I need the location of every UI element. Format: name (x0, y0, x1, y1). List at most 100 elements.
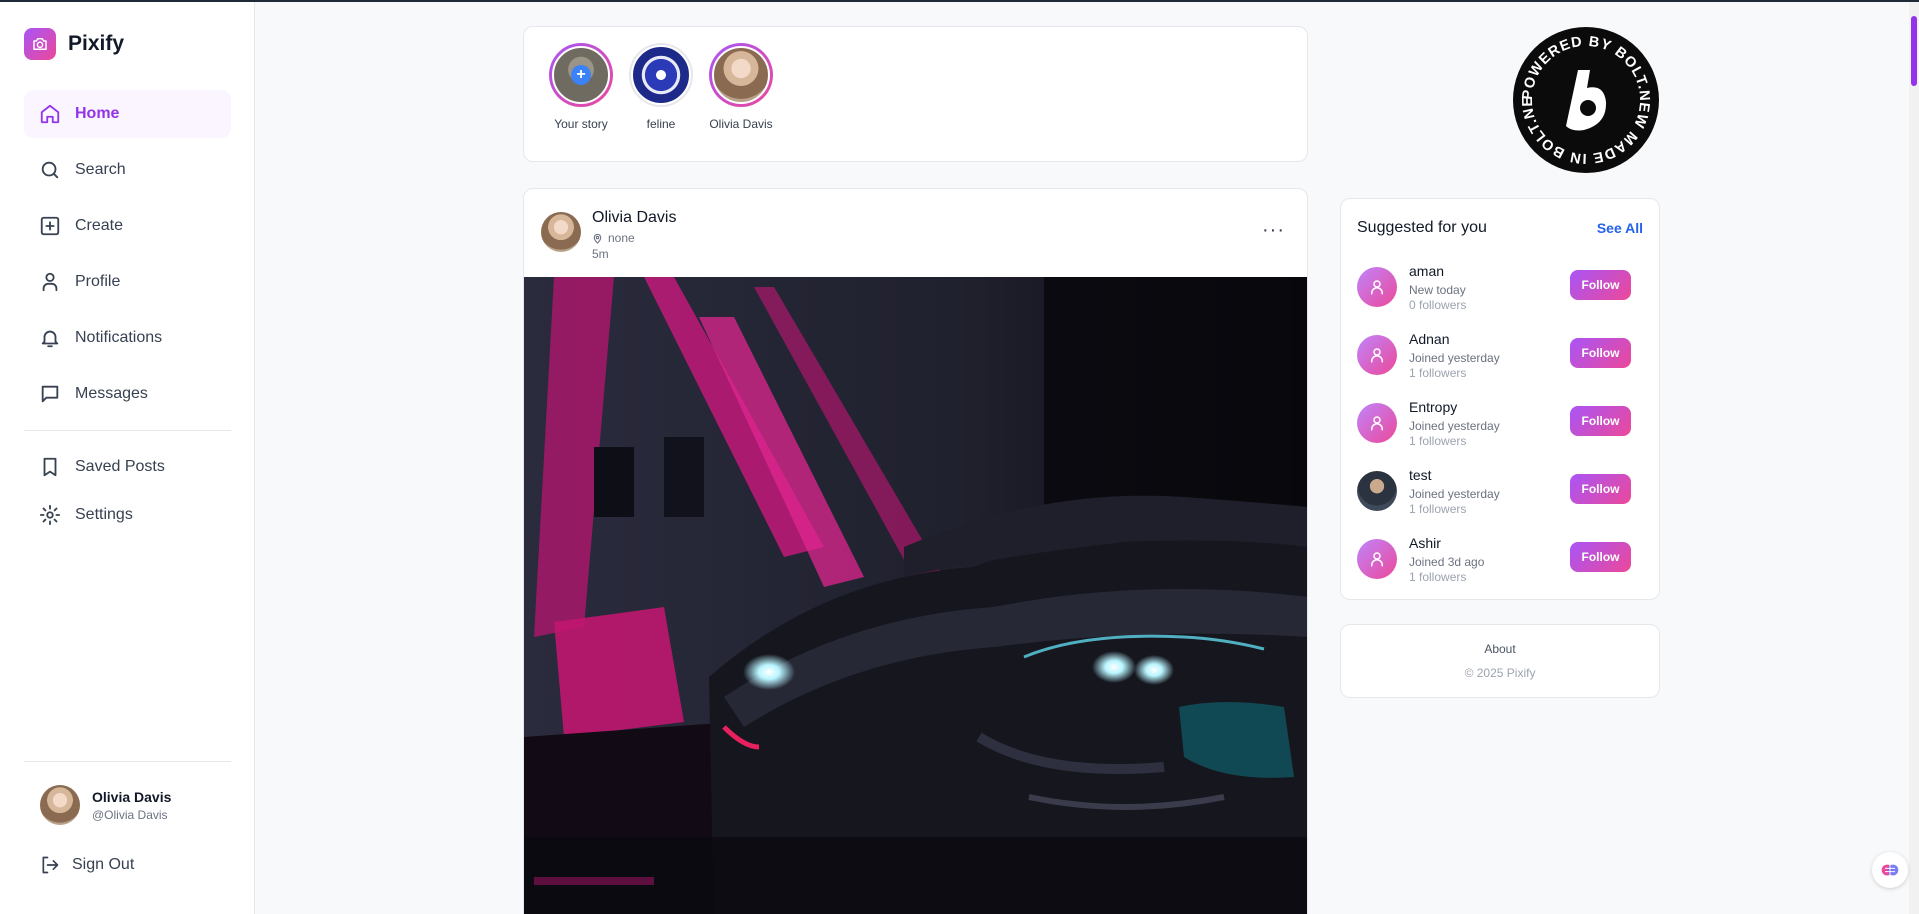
nav-item-label: Profile (75, 273, 121, 290)
suggestion-followers: 0 followers (1409, 298, 1467, 312)
user-placeholder-icon[interactable] (1357, 335, 1397, 375)
story-olivia-davis[interactable]: Olivia Davis (701, 43, 781, 131)
suggestion-joined: Joined yesterday (1409, 351, 1500, 365)
nav-item-messages[interactable]: Messages (24, 370, 231, 418)
nav-item-profile[interactable]: Profile (24, 258, 231, 306)
suggestion-row: aman New today 0 followers Follow (1357, 263, 1645, 319)
post-author-avatar[interactable] (541, 212, 581, 252)
story-label: Your story (554, 117, 608, 131)
feed-post: Olivia Davis none 5m ··· (523, 188, 1308, 914)
stories-bar: + Your story feline Olivia Davis (523, 26, 1308, 162)
suggestion-followers: 1 followers (1409, 570, 1467, 584)
suggestions-title: Suggested for you (1357, 219, 1487, 236)
user-divider (24, 761, 231, 762)
suggestion-joined: Joined yesterday (1409, 487, 1500, 501)
story-your-story[interactable]: + Your story (541, 43, 621, 131)
home-icon (40, 104, 60, 124)
post-image[interactable] (524, 277, 1307, 914)
suggestion-joined: New today (1409, 283, 1466, 297)
post-author-name[interactable]: Olivia Davis (592, 209, 676, 227)
suggestion-name[interactable]: Entropy (1409, 399, 1457, 415)
nav-item-label: Notifications (75, 329, 163, 346)
copyright-text: © 2025 Pixify (1464, 666, 1536, 680)
story-ring (629, 43, 693, 107)
nav-item-home[interactable]: Home (24, 90, 231, 138)
nav-item-saved-posts[interactable]: Saved Posts (24, 447, 231, 487)
user-icon (42, 272, 58, 292)
bell-icon (41, 330, 59, 348)
nav-item-search[interactable]: Search (24, 146, 231, 194)
suggestion-row: Adnan Joined yesterday 1 followers Follo… (1357, 331, 1645, 387)
map-pin-icon (593, 233, 602, 244)
story-ring: + (549, 43, 613, 107)
footer-panel: About © 2025 Pixify (1340, 624, 1660, 698)
message-icon (41, 385, 59, 403)
story-feline[interactable]: feline (621, 43, 701, 131)
bookmark-icon (43, 457, 57, 477)
suggestion-name[interactable]: Ashir (1409, 535, 1441, 551)
nav-item-label: Settings (75, 506, 133, 523)
nav-divider (24, 430, 231, 431)
follow-button[interactable]: Follow (1570, 542, 1631, 572)
suggestion-name[interactable]: Adnan (1409, 331, 1449, 347)
suggestion-followers: 1 followers (1409, 502, 1467, 516)
story-ring (709, 43, 773, 107)
user-placeholder-icon[interactable] (1357, 403, 1397, 443)
current-user-handle: @Olivia Davis (92, 807, 168, 822)
suggestion-name[interactable]: aman (1409, 263, 1444, 279)
post-image-art (524, 277, 1307, 914)
suggestion-followers: 1 followers (1409, 366, 1467, 380)
suggestion-row: test Joined yesterday 1 followers Follow (1357, 467, 1645, 523)
post-timestamp: 5m (592, 247, 609, 261)
nav-item-notifications[interactable]: Notifications (24, 314, 231, 362)
post-location: none (592, 231, 635, 245)
current-user-card[interactable]: Olivia Davis @Olivia Davis (40, 785, 171, 825)
avatar (40, 785, 80, 825)
see-all-link[interactable]: See All (1597, 220, 1643, 236)
search-icon (41, 161, 59, 179)
suggestion-name[interactable]: test (1409, 467, 1432, 483)
logout-icon (42, 856, 59, 874)
camera-icon (24, 28, 56, 60)
follow-button[interactable]: Follow (1570, 406, 1631, 436)
nav-item-label: Create (75, 217, 124, 234)
sign-out-button[interactable]: Sign Out (40, 855, 134, 875)
brand-name: Pixify (68, 32, 125, 55)
avatar (712, 46, 770, 104)
main-nav: Home Search Create Profile Notifications… (24, 90, 231, 543)
suggestion-followers: 1 followers (1409, 434, 1467, 448)
follow-button[interactable]: Follow (1570, 474, 1631, 504)
user-placeholder-icon[interactable] (1357, 267, 1397, 307)
nav-item-label: Messages (75, 385, 148, 402)
user-placeholder-icon[interactable] (1357, 539, 1397, 579)
more-options-icon[interactable]: ··· (1262, 219, 1285, 242)
gear-icon (39, 504, 61, 526)
avatar[interactable] (1357, 471, 1397, 511)
suggestions-panel: Suggested for you See All aman New today… (1340, 198, 1660, 600)
plus-icon: + (571, 65, 591, 85)
plus-square-icon (40, 216, 60, 236)
current-user-name: Olivia Davis (92, 788, 172, 805)
nav-item-settings[interactable]: Settings (24, 495, 231, 535)
powered-by-bolt-badge[interactable]: POWERED BY BOLT.NEW MADE IN BOLT.NEW (1505, 14, 1660, 174)
follow-button[interactable]: Follow (1570, 270, 1631, 300)
page-scrollbar[interactable] (1909, 2, 1919, 914)
nav-item-label: Home (75, 105, 120, 122)
story-label: Olivia Davis (709, 117, 773, 131)
suggestion-row: Entropy Joined yesterday 1 followers Fol… (1357, 399, 1645, 455)
avatar: + (552, 46, 610, 104)
nav-item-create[interactable]: Create (24, 202, 231, 250)
sign-out-label: Sign Out (72, 856, 135, 873)
sidebar: Pixify Home Search Create Profile Notifi… (0, 2, 255, 914)
brand[interactable]: Pixify (24, 28, 124, 60)
avatar (631, 45, 691, 105)
suggestion-row: Ashir Joined 3d ago 1 followers Follow (1357, 535, 1645, 591)
story-label: feline (646, 117, 676, 131)
nav-item-label: Search (75, 161, 126, 178)
about-link[interactable]: About (1341, 642, 1659, 656)
nav-item-label: Saved Posts (75, 458, 165, 475)
follow-button[interactable]: Follow (1570, 338, 1631, 368)
assistant-icon[interactable] (1872, 852, 1908, 888)
suggestion-joined: Joined yesterday (1409, 419, 1500, 433)
scrollbar-thumb[interactable] (1911, 16, 1917, 86)
